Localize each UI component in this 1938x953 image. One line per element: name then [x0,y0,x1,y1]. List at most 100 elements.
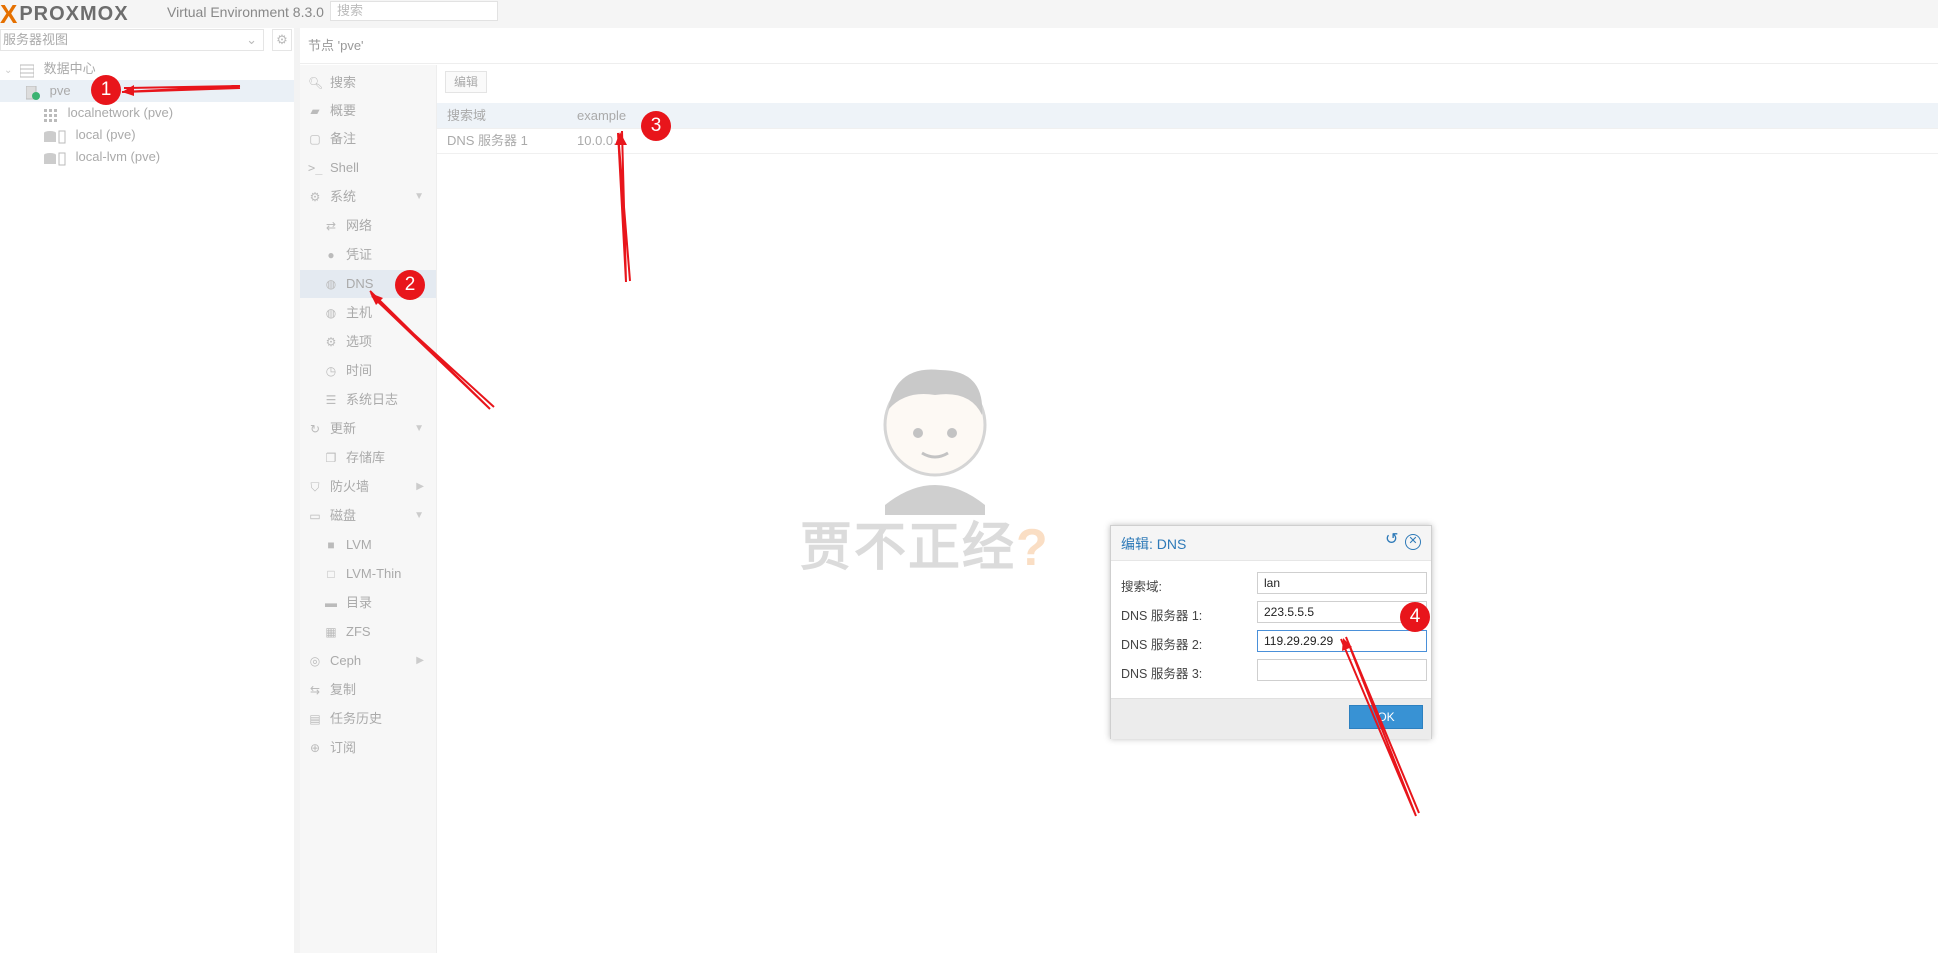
nav-item-network[interactable]: ⇄ 网络 [300,212,436,240]
watermark-cartoon: 贾不正经? [800,355,1070,585]
nav-item-hosts[interactable]: ◍ 主机 [300,299,436,327]
nav-label: 防火墙 [330,479,370,494]
note-icon: ▢ [309,132,321,146]
nav-item-time[interactable]: ◷ 时间 [300,357,436,385]
nav-label: 订阅 [330,740,357,755]
proxmox-logo: X PROXMOX [0,0,129,29]
nav-item-replication[interactable]: ⇆ 复制 [300,676,436,704]
nav-item-lvm-thin[interactable]: □ LVM-Thin [300,560,436,588]
globe-icon: ◍ [325,306,337,320]
nav-item-lvm[interactable]: ■ LVM [300,531,436,559]
field-label: DNS 服务器 1: [1121,609,1203,623]
nav-item-task-history[interactable]: ▤ 任务历史 [300,705,436,733]
annotation-badge-3: 3 [641,111,671,141]
shield-icon: ⛉ [310,480,320,494]
nav-label: 更新 [330,421,357,436]
view-selector[interactable]: 服务器视图 ⌄ [0,29,264,51]
tree-item-local-lvm[interactable]: local-lvm (pve) [44,146,160,168]
nav-label: 搜索 [330,75,357,90]
certificate-icon: ● [327,248,335,262]
node-nav-menu: 🔍︎ 搜索 ▰ 概要 ▢ 备注 >_ Shell ⚙ 系统 ▼ ⇄ 网络 ● 凭… [300,65,437,953]
nav-label: 存储库 [346,450,386,465]
annotation-badge-4: 4 [1400,602,1430,632]
nav-label: Shell [330,160,359,175]
field-label: 搜索域: [1121,580,1162,594]
th-large-icon: ▦ [325,625,337,639]
nav-label: 时间 [346,363,373,378]
hdd-icon: ▭ [309,509,321,523]
nav-item-shell[interactable]: >_ Shell [300,154,436,182]
tree-item-label: 数据中心 [43,61,96,76]
nav-item-certificates[interactable]: ● 凭证 [300,241,436,269]
dns-toolbar: 编辑 [437,65,1938,101]
nav-item-notes[interactable]: ▢ 备注 [300,125,436,153]
tree-item-localnetwork[interactable]: localnetwork (pve) [44,102,173,124]
reset-icon[interactable]: ↺ [1385,532,1401,548]
chevron-down-icon: ▼ [414,423,424,434]
field-dns-server-2: DNS 服务器 2: 119.29.29.29 [1121,630,1427,654]
storage-icon [44,151,66,166]
logo-x-mark: X [0,0,18,29]
nav-label: 系统日志 [346,392,399,407]
nav-item-system[interactable]: ⚙ 系统 ▼ [300,183,436,211]
grid-key: DNS 服务器 1 [447,133,528,148]
list-icon: ☰ [325,393,337,407]
nav-label: 系统 [330,189,357,204]
nav-label: LVM-Thin [346,566,402,581]
nav-label: ZFS [346,624,371,639]
tree-item-label: local (pve) [75,127,136,142]
tree-item-local[interactable]: local (pve) [44,124,136,146]
cogs-icon: ⚙ [309,190,321,204]
field-dns-server-1: DNS 服务器 1: 223.5.5.5 [1121,601,1427,625]
retweet-icon: ⇆ [309,683,321,697]
version-label: Virtual Environment 8.3.0 [167,4,324,20]
chevron-down-icon: ▼ [414,510,424,521]
nav-label: 磁盘 [330,508,357,523]
datacenter-icon [19,63,35,78]
tree-item-datacenter[interactable]: ⌄ 数据中心 [4,58,294,80]
nav-item-directory[interactable]: ▬ 目录 [300,589,436,617]
nav-item-search[interactable]: 🔍︎ 搜索 [300,69,436,97]
tree-item-pve[interactable]: pve [0,80,294,102]
tree-item-label: local-lvm (pve) [75,149,161,164]
nav-label: 任务历史 [330,711,383,726]
ceph-icon: ◎ [309,654,321,668]
chevron-down-icon: ▼ [414,191,424,202]
globe-icon: ◍ [325,277,337,291]
tree-item-label: localnetwork (pve) [67,105,174,120]
nav-label: 网络 [346,218,373,233]
annotation-badge-1: 1 [91,75,121,105]
tree-settings-gear-icon[interactable]: ⚙ [272,29,292,51]
nav-item-updates[interactable]: ↻ 更新 ▼ [300,415,436,443]
nav-item-zfs[interactable]: ▦ ZFS [300,618,436,646]
dns-server-2-input[interactable]: 119.29.29.29 [1257,630,1427,652]
close-icon[interactable]: ✕ [1405,534,1421,550]
ok-button[interactable]: OK [1349,705,1423,729]
header-search-input[interactable]: 搜索 [330,1,498,21]
nav-item-repositories[interactable]: ❐ 存储库 [300,444,436,472]
resource-tree-panel: 服务器视图 ⌄ ⚙ ⌄ 数据中心 pve localnetwork (pve) … [0,28,295,953]
nav-item-syslog[interactable]: ☰ 系统日志 [300,386,436,414]
files-icon: ❐ [325,451,337,465]
search-domain-input[interactable]: lan [1257,572,1427,594]
grid-key: 搜索域 [447,108,487,123]
node-online-icon [25,85,40,100]
nav-item-subscription[interactable]: ⊕ 订阅 [300,734,436,762]
dns-server-3-input[interactable] [1257,659,1427,681]
nav-label: 目录 [346,595,373,610]
tree-item-label: pve [49,83,71,98]
field-dns-server-3: DNS 服务器 3: [1121,659,1427,683]
nav-label: 备注 [330,131,357,146]
nav-item-ceph[interactable]: ◎ Ceph ▶ [300,647,436,675]
grid-value: 10.0.0. [577,133,617,148]
nav-item-firewall[interactable]: ⛉ 防火墙 ▶ [300,473,436,501]
view-selector-label: 服务器视图 [3,32,69,47]
nav-item-options[interactable]: ⚙ 选项 [300,328,436,356]
chevron-down-icon: ⌄ [246,32,257,47]
clock-icon: ◷ [325,364,337,378]
nav-label: 概要 [330,103,357,118]
nav-item-summary[interactable]: ▰ 概要 [300,97,436,125]
gear-icon: ⚙ [325,335,337,349]
edit-button[interactable]: 编辑 [445,71,488,93]
nav-item-disks[interactable]: ▭ 磁盘 ▼ [300,502,436,530]
